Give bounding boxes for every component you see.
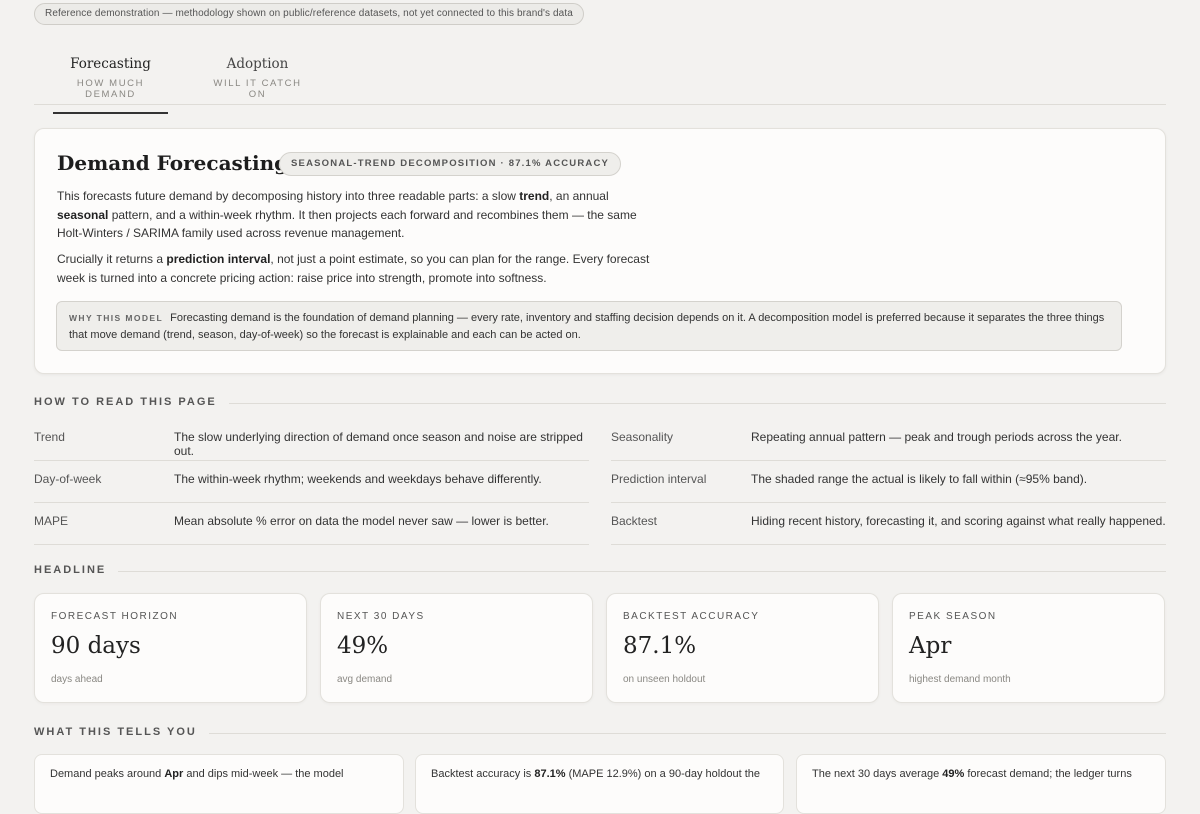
why-label: WHY THIS MODEL [69, 313, 164, 323]
kpi-label: FORECAST HORIZON [51, 611, 179, 622]
glossary-definition: The shaded range the actual is likely to… [751, 472, 1088, 486]
text-span: Demand peaks around [50, 768, 165, 780]
text-span: forecast demand; the ledger turns [964, 768, 1132, 780]
insight-text: Demand peaks around Apr and dips mid-wee… [50, 768, 344, 780]
model-badge: SEASONAL-TREND DECOMPOSITION · 87.1% ACC… [279, 152, 622, 176]
text-span: pattern, and a within-week rhythm. It th… [57, 207, 637, 241]
insight-card: Backtest accuracy is 87.1% (MAPE 12.9%) … [415, 754, 784, 814]
glossary-definition: Hiding recent history, forecasting it, a… [751, 514, 1166, 528]
interval-paragraph: Crucially it returns a prediction interv… [57, 250, 657, 287]
kpi-card-peak-season: PEAK SEASON Apr highest demand month [892, 593, 1165, 703]
text-span: The next 30 days average [812, 768, 943, 780]
tab-title: Adoption [226, 56, 289, 72]
kpi-card-next-30-days: NEXT 30 DAYS 49% avg demand [320, 593, 593, 703]
kpi-card-forecast-horizon: FORECAST HORIZON 90 days days ahead [34, 593, 307, 703]
kpi-card-backtest-accuracy: BACKTEST ACCURACY 87.1% on unseen holdou… [606, 593, 879, 703]
glossary-definition: The within-week rhythm; weekends and wee… [174, 472, 542, 486]
glossary-term: Seasonality [611, 430, 674, 444]
text-span: Backtest accuracy is [431, 768, 535, 780]
intro-paragraph: This forecasts future demand by decompos… [57, 187, 657, 243]
glossary-row: Day-of-week The within-week rhythm; week… [34, 460, 589, 503]
glossary-term: Trend [34, 430, 65, 444]
model-overview-card: Demand Forecasting SEASONAL-TREND DECOMP… [34, 128, 1166, 374]
kpi-label: BACKTEST ACCURACY [623, 611, 760, 622]
tab-title: Forecasting [70, 56, 151, 72]
insight-card: Demand peaks around Apr and dips mid-wee… [34, 754, 404, 814]
glossary-term: Prediction interval [611, 472, 707, 486]
text-span: , an annual [549, 189, 609, 203]
glossary-term: Day-of-week [34, 472, 102, 486]
glossary-definition: Repeating annual pattern — peak and trou… [751, 430, 1122, 444]
emphasis: 87.1% [534, 768, 566, 780]
section-title: HOW TO READ THIS PAGE [34, 396, 229, 408]
section-title: WHAT THIS TELLS YOU [34, 726, 209, 738]
emphasis-seasonal: seasonal [57, 207, 109, 222]
glossary-definition: Mean absolute % error on data the model … [174, 514, 549, 528]
emphasis-trend: trend [519, 189, 550, 203]
glossary-row: Seasonality Repeating annual pattern — p… [611, 418, 1166, 461]
kpi-label: PEAK SEASON [909, 611, 997, 622]
tab-forecasting[interactable]: Forecasting HOW MUCH DEMAND [53, 56, 168, 114]
kpi-caption: highest demand month [909, 674, 1011, 685]
glossary-row: Prediction interval The shaded range the… [611, 460, 1166, 503]
page-title: Demand Forecasting [57, 151, 289, 175]
reference-notice-badge: Reference demonstration — methodology sh… [34, 3, 584, 25]
insight-card: The next 30 days average 49% forecast de… [796, 754, 1166, 814]
glossary-row: Backtest Hiding recent history, forecast… [611, 502, 1166, 545]
kpi-caption: days ahead [51, 674, 103, 685]
text-span: This forecasts future demand by decompos… [57, 189, 520, 203]
text-span: Crucially it returns a [57, 252, 167, 266]
kpi-caption: on unseen holdout [623, 674, 706, 685]
emphasis-prediction-interval: prediction interval [166, 252, 271, 266]
emphasis: Apr [164, 768, 184, 780]
tab-bar: Forecasting HOW MUCH DEMAND Adoption WIL… [34, 48, 1166, 114]
kpi-value: Apr [909, 633, 952, 659]
kpi-value: 90 days [51, 633, 141, 659]
tab-adoption[interactable]: Adoption WILL IT CATCH ON [205, 56, 310, 100]
insight-text: Backtest accuracy is 87.1% (MAPE 12.9%) … [431, 768, 760, 780]
section-header-what-this-tells-you: WHAT THIS TELLS YOU [34, 726, 1166, 740]
glossary-row: MAPE Mean absolute % error on data the m… [34, 502, 589, 545]
glossary-row: Trend The slow underlying direction of d… [34, 418, 589, 461]
why-text: Forecasting demand is the foundation of … [69, 312, 1105, 341]
section-header-how-to-read: HOW TO READ THIS PAGE [34, 396, 1166, 410]
insight-text: The next 30 days average 49% forecast de… [812, 768, 1132, 780]
glossary-term: MAPE [34, 514, 69, 528]
why-this-model-box: WHY THIS MODEL Forecasting demand is the… [56, 301, 1122, 351]
kpi-value: 87.1% [623, 633, 697, 659]
glossary-definition: The slow underlying direction of demand … [174, 430, 583, 458]
section-title: HEADLINE [34, 564, 119, 576]
tab-subtitle: HOW MUCH DEMAND [76, 78, 145, 100]
kpi-caption: avg demand [337, 674, 393, 685]
kpi-value: 49% [337, 633, 389, 659]
text-span: (MAPE 12.9%) on a 90-day holdout the [565, 768, 760, 780]
section-header-headline: HEADLINE [34, 564, 1166, 578]
glossary-term: Backtest [611, 514, 658, 528]
text-span: and dips mid-week — the model [183, 768, 344, 780]
tab-subtitle: WILL IT CATCH ON [213, 78, 302, 100]
emphasis: 49% [942, 768, 965, 780]
divider [34, 571, 1166, 572]
kpi-label: NEXT 30 DAYS [337, 611, 425, 622]
